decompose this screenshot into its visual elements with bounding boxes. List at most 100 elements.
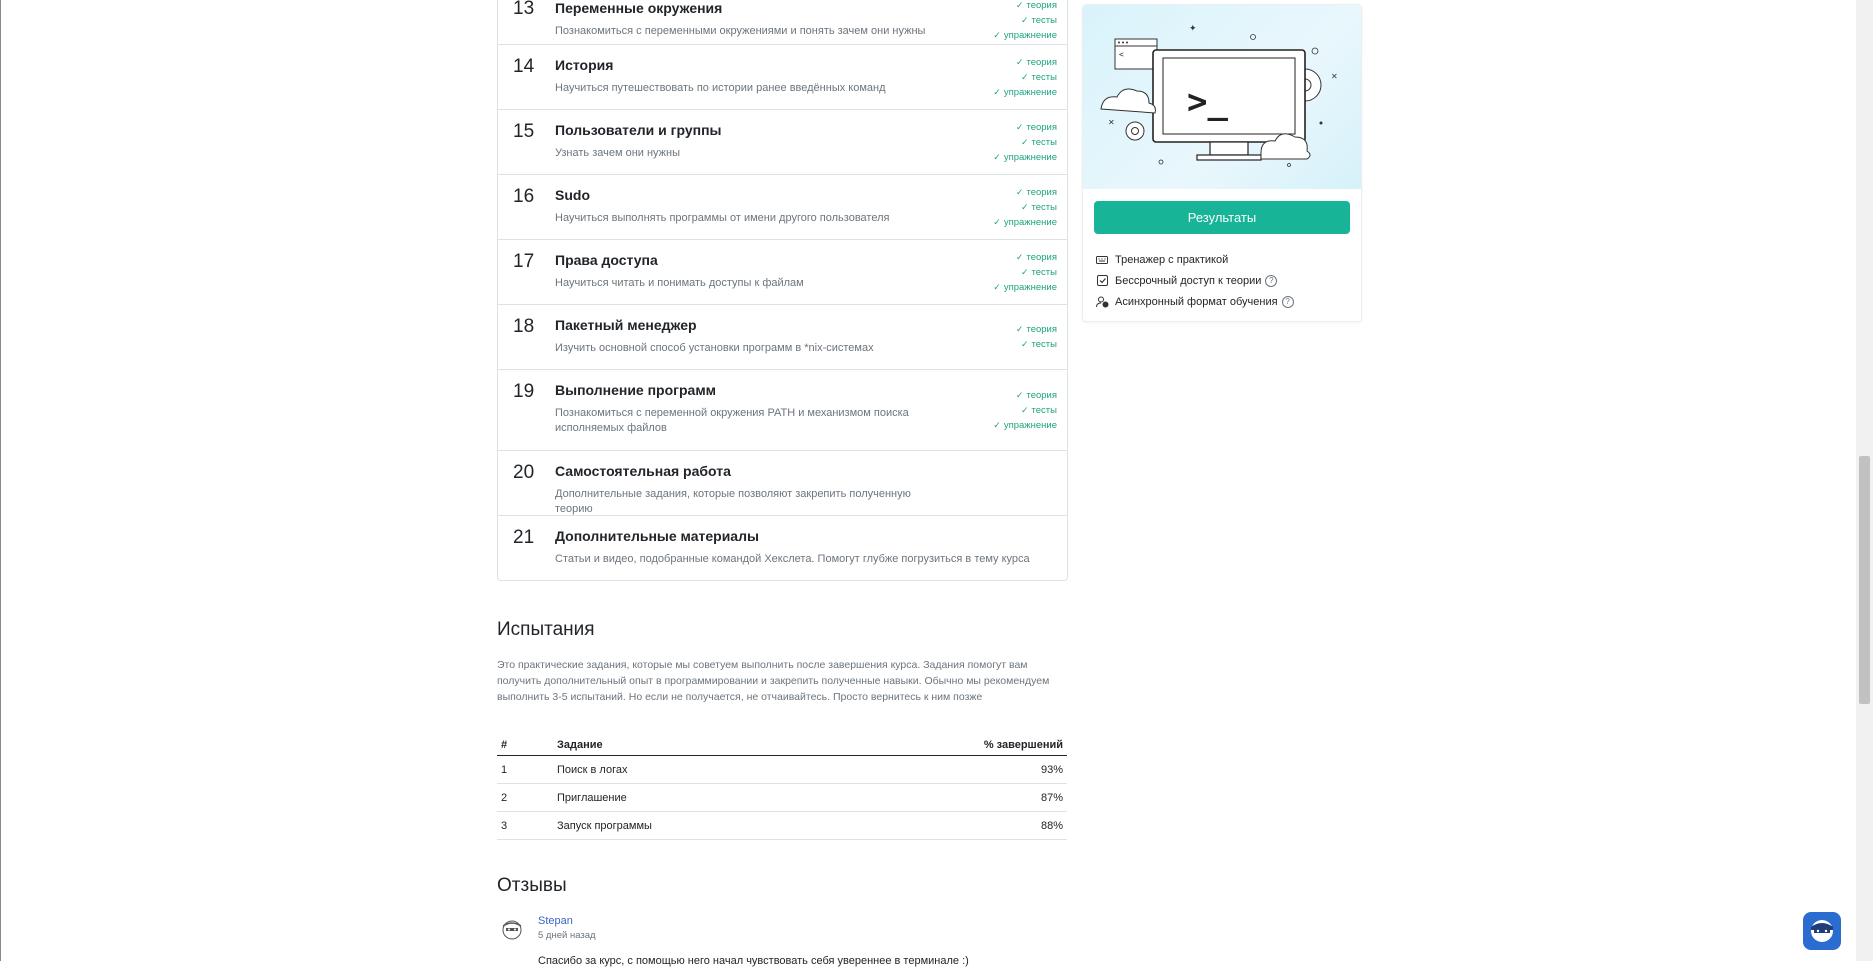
- lesson-description: Изучить основной способ установки програ…: [555, 342, 874, 354]
- lesson-description: Познакомиться с переменной окружения PAT…: [555, 407, 909, 434]
- check-exercise: упражнение: [993, 280, 1057, 295]
- keyboard-icon: [1095, 253, 1109, 267]
- column-header-completion: % завершений: [831, 735, 1067, 756]
- check-theory: теория: [993, 0, 1057, 13]
- lesson-progress: теория тесты упражнение: [993, 55, 1057, 100]
- course-sidebar-card: < >_ ✦ ✕ ✕ Результаты Тренажер с практик…: [1082, 4, 1362, 322]
- lesson-description: Познакомиться с переменными окружениями …: [555, 25, 926, 37]
- page-scrollbar[interactable]: [1856, 0, 1873, 961]
- check-exercise: упражнение: [993, 215, 1057, 230]
- hexlet-chat-icon[interactable]: [1803, 912, 1841, 950]
- lesson-number: 14: [513, 56, 535, 77]
- reviewer-name[interactable]: Stepan: [538, 915, 573, 927]
- feature-item: Асинхронный формат обучения ?: [1095, 291, 1294, 312]
- lesson-title[interactable]: Самостоятельная работа: [555, 463, 731, 479]
- check-tests: тесты: [1016, 337, 1057, 352]
- lesson-row[interactable]: 13 Переменные окружения Познакомиться с …: [498, 0, 1067, 45]
- lesson-progress: теория тесты упражнение: [993, 250, 1057, 295]
- task-link[interactable]: Поиск в логах: [553, 755, 832, 784]
- lesson-number: 17: [513, 251, 535, 272]
- svg-text:<: <: [1119, 50, 1124, 59]
- help-icon[interactable]: ?: [1265, 274, 1278, 287]
- lesson-progress: теория тесты упражнение: [993, 388, 1057, 433]
- lesson-row[interactable]: 20 Самостоятельная работа Дополнительные…: [498, 451, 1067, 516]
- check-exercise: упражнение: [993, 150, 1057, 165]
- table-row[interactable]: 2 Приглашение 87%: [497, 783, 1067, 812]
- feature-item: Бессрочный доступ к теории ?: [1095, 270, 1294, 291]
- lesson-title[interactable]: Переменные окружения: [555, 0, 722, 16]
- check-tests: тесты: [993, 200, 1057, 215]
- lesson-row[interactable]: 18 Пакетный менеджер Изучить основной сп…: [498, 305, 1067, 370]
- lesson-number: 20: [513, 462, 535, 483]
- results-button[interactable]: Результаты: [1094, 201, 1350, 234]
- lesson-title[interactable]: Пользователи и группы: [555, 122, 722, 138]
- lesson-description: Научиться путешествовать по истории ране…: [555, 82, 886, 94]
- course-features: Тренажер с практикой Бессрочный доступ к…: [1095, 249, 1294, 312]
- lesson-number: 15: [513, 121, 535, 142]
- check-theory: теория: [993, 55, 1057, 70]
- avatar[interactable]: [500, 917, 524, 941]
- lesson-title[interactable]: Дополнительные материалы: [555, 528, 759, 544]
- reviews-heading: Отзывы: [497, 875, 567, 896]
- task-link[interactable]: Запуск программы: [553, 811, 832, 840]
- check-theory: теория: [993, 185, 1057, 200]
- review-text: Спасибо за курс, с помощью него начал чу…: [538, 955, 969, 967]
- challenges-table: # Задание % завершений 1 Поиск в логах 9…: [497, 735, 1067, 840]
- table-header-row: # Задание % завершений: [497, 735, 1067, 756]
- lesson-row[interactable]: 16 Sudo Научиться выполнять программы от…: [498, 175, 1067, 240]
- lessons-list: 13 Переменные окружения Познакомиться с …: [497, 0, 1068, 581]
- lesson-progress: теория тесты: [1016, 322, 1057, 352]
- lesson-description: Научиться читать и понимать доступы к фа…: [555, 277, 804, 289]
- check-tests: тесты: [993, 265, 1057, 280]
- lesson-number: 21: [513, 527, 535, 548]
- challenges-description: Это практические задания, которые мы сов…: [497, 659, 1050, 703]
- lesson-title[interactable]: Права доступа: [555, 252, 658, 268]
- help-icon[interactable]: ?: [1281, 295, 1294, 308]
- lesson-title[interactable]: История: [555, 57, 613, 73]
- check-exercise: упражнение: [993, 418, 1057, 433]
- check-theory: теория: [993, 120, 1057, 135]
- lesson-row[interactable]: 17 Права доступа Научиться читать и пони…: [498, 240, 1067, 305]
- lesson-row[interactable]: 15 Пользователи и группы Узнать зачем он…: [498, 110, 1067, 175]
- column-header-task: Задание: [553, 735, 832, 756]
- feature-item: Тренажер с практикой: [1095, 249, 1294, 270]
- lesson-number: 19: [513, 381, 535, 402]
- check-tests: тесты: [993, 13, 1057, 28]
- lesson-description: Узнать зачем они нужны: [555, 147, 681, 159]
- feature-label: Бессрочный доступ к теории: [1115, 274, 1262, 287]
- lesson-row[interactable]: 14 История Научиться путешествовать по и…: [498, 45, 1067, 110]
- feature-label: Тренажер с практикой: [1115, 253, 1229, 266]
- lesson-description: Научиться выполнять программы от имени д…: [555, 212, 890, 224]
- lesson-row[interactable]: 19 Выполнение программ Познакомиться с п…: [498, 370, 1067, 451]
- lesson-progress: теория тесты упражнение: [993, 0, 1057, 43]
- terminal-monitor-illustration: < >_ ✦ ✕ ✕: [1083, 5, 1361, 189]
- lesson-number: 16: [513, 186, 535, 207]
- task-num: 2: [497, 783, 553, 812]
- check-tests: тесты: [993, 70, 1057, 85]
- check-exercise: упражнение: [993, 28, 1057, 43]
- scrollbar-thumb[interactable]: [1859, 456, 1870, 704]
- window-edge: [0, 0, 1, 961]
- svg-text:✕: ✕: [1331, 72, 1338, 81]
- review-date: 5 дней назад: [538, 930, 596, 941]
- svg-text:✦: ✦: [1189, 23, 1197, 33]
- column-header-num: #: [497, 735, 553, 756]
- user-clock-icon: [1095, 295, 1109, 309]
- check-theory: теория: [1016, 322, 1057, 337]
- check-tests: тесты: [993, 403, 1057, 418]
- lesson-title[interactable]: Sudo: [555, 187, 590, 203]
- checkbox-icon: [1095, 274, 1109, 288]
- table-row[interactable]: 1 Поиск в логах 93%: [497, 755, 1067, 784]
- task-completion: 93%: [831, 755, 1067, 784]
- lesson-number: 18: [513, 316, 535, 337]
- table-row[interactable]: 3 Запуск программы 88%: [497, 811, 1067, 840]
- task-completion: 88%: [831, 811, 1067, 840]
- lesson-description: Дополнительные задания, которые позволяю…: [555, 488, 911, 515]
- check-theory: теория: [993, 388, 1057, 403]
- task-link[interactable]: Приглашение: [553, 783, 832, 812]
- lesson-title[interactable]: Выполнение программ: [555, 382, 716, 398]
- lesson-title[interactable]: Пакетный менеджер: [555, 317, 697, 333]
- task-completion: 87%: [831, 783, 1067, 812]
- check-theory: теория: [993, 250, 1057, 265]
- lesson-row[interactable]: 21 Дополнительные материалы Статьи и вид…: [498, 516, 1067, 580]
